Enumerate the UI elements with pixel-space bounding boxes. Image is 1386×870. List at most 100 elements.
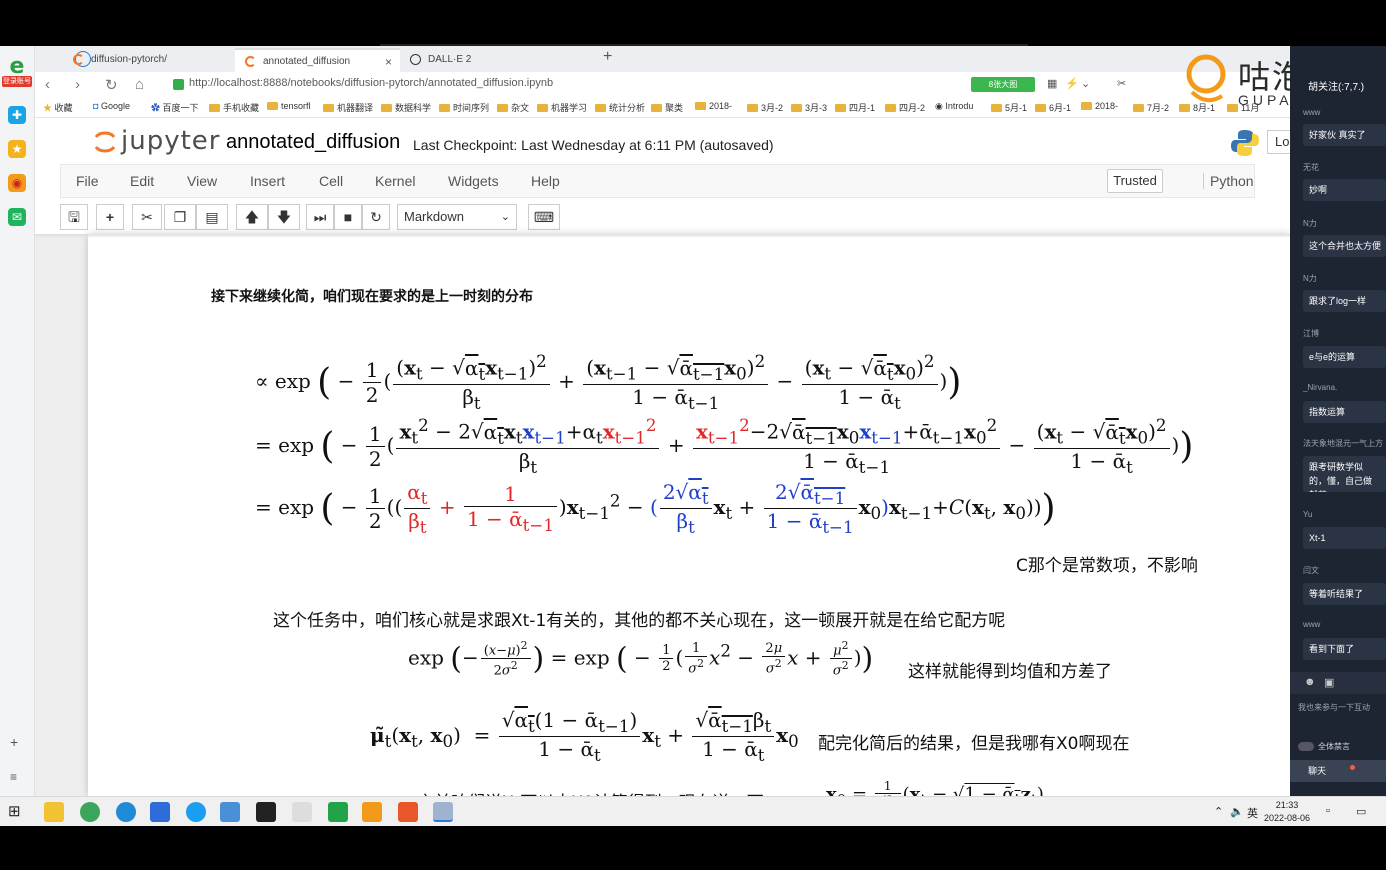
menu-icon[interactable]: ≡ bbox=[10, 770, 17, 784]
menu-widgets[interactable]: Widgets bbox=[448, 173, 499, 189]
emoji-icon[interactable]: ☻ bbox=[1304, 676, 1316, 688]
bookmark-item[interactable]: ◘ Google bbox=[93, 101, 130, 111]
app-icon[interactable] bbox=[292, 802, 312, 822]
bookmark-folder[interactable]: 统计分析 bbox=[595, 101, 645, 114]
jupyter-logo-text[interactable]: jupyter bbox=[121, 126, 220, 156]
add-icon[interactable]: + bbox=[10, 734, 18, 750]
pycharm-icon[interactable] bbox=[256, 802, 276, 822]
lightning-icon[interactable]: ⚡ bbox=[1065, 77, 1079, 90]
tab-annotated-diffusion[interactable]: annotated_diffusion × bbox=[235, 48, 400, 72]
keyboard-icon[interactable]: ⌨ bbox=[528, 204, 560, 230]
bookmark-folder[interactable]: 四月-2 bbox=[885, 101, 925, 114]
star-app-icon[interactable]: ★ bbox=[8, 140, 26, 158]
url-field[interactable]: http://localhost:8888/notebooks/diffusio… bbox=[169, 75, 1129, 95]
app-icon[interactable] bbox=[398, 802, 418, 822]
app-icon[interactable] bbox=[362, 802, 382, 822]
bookmark-item[interactable]: ★ 收藏 bbox=[43, 101, 73, 114]
ime-indicator[interactable]: 英 bbox=[1247, 805, 1258, 821]
forward-icon[interactable]: › bbox=[75, 76, 80, 93]
paste-icon[interactable]: ▤ bbox=[196, 204, 228, 230]
menu-view[interactable]: View bbox=[187, 173, 217, 189]
equation-mu-tilde: μ̃t(xt, x0) = √αt(1 − ᾱt−1) 1 − ᾱt xt + √ᾱ… bbox=[370, 708, 799, 765]
system-clock[interactable]: 21:33 2022-08-06 bbox=[1264, 799, 1310, 825]
menu-cell[interactable]: Cell bbox=[319, 173, 343, 189]
browser-360-icon[interactable] bbox=[80, 802, 100, 822]
bookmark-item[interactable]: ◉ Introdu bbox=[935, 101, 973, 112]
chat-input[interactable]: 我也来参与一下互动 bbox=[1298, 702, 1370, 713]
bookmark-folder[interactable]: 机器学习 bbox=[537, 101, 587, 114]
logout-button[interactable]: Lo bbox=[1267, 130, 1290, 154]
chat-tab[interactable]: 聊天 bbox=[1290, 760, 1386, 782]
reload-icon[interactable]: ↻ bbox=[105, 76, 118, 94]
url-image-button[interactable]: 8张大图 bbox=[971, 77, 1035, 92]
image-icon[interactable]: ▣ bbox=[1324, 676, 1334, 689]
address-bar: ‹ › ↻ ⌂ http://localhost:8888/notebooks/… bbox=[35, 72, 1290, 98]
bookmark-folder[interactable]: 杂文 bbox=[497, 101, 529, 114]
tab-dalle2[interactable]: DALL·E 2 bbox=[400, 48, 560, 72]
menu-file[interactable]: File bbox=[76, 173, 99, 189]
dropdown-icon[interactable]: ⌄ bbox=[1081, 77, 1090, 90]
new-tab-icon[interactable]: + bbox=[603, 48, 612, 66]
mute-all-toggle[interactable]: 全体禁言 bbox=[1298, 741, 1350, 752]
copy-icon[interactable]: ❐ bbox=[164, 204, 196, 230]
home-icon[interactable]: ⌂ bbox=[135, 76, 144, 93]
bookmark-item[interactable]: ✿ 百度一下 bbox=[151, 101, 199, 114]
bookmark-folder[interactable]: 机器翻译 bbox=[323, 101, 373, 114]
cell-type-select[interactable]: Markdown ⌄ bbox=[397, 204, 517, 230]
chat-app-icon[interactable] bbox=[186, 802, 206, 822]
bookmark-folder[interactable]: 7月-2 bbox=[1133, 101, 1169, 114]
notification-center-icon[interactable]: ▭ bbox=[1356, 805, 1366, 818]
run-icon[interactable]: ⏭ bbox=[306, 204, 334, 230]
edge-icon[interactable] bbox=[116, 802, 136, 822]
bookmark-folder[interactable]: 聚类 bbox=[651, 101, 683, 114]
tray-arrow-icon[interactable]: ⌃ bbox=[1214, 805, 1223, 818]
folder-icon bbox=[695, 102, 706, 110]
bookmark-folder[interactable]: 手机收藏 bbox=[209, 101, 259, 114]
volume-icon[interactable]: 🔈 bbox=[1230, 805, 1244, 818]
login-badge[interactable]: 登录账号 bbox=[2, 76, 32, 87]
save-icon[interactable]: 🖫 bbox=[60, 204, 88, 230]
interrupt-icon[interactable]: ■ bbox=[334, 204, 362, 230]
menu-edit[interactable]: Edit bbox=[130, 173, 154, 189]
tab-diffusion-pytorch[interactable]: diffusion-pytorch/ bbox=[63, 48, 263, 72]
move-up-icon[interactable]: 🡅 bbox=[236, 204, 268, 230]
mail-icon[interactable]: ✉ bbox=[8, 208, 26, 226]
show-desktop-icon[interactable]: ▫ bbox=[1326, 805, 1330, 817]
toggle-switch[interactable] bbox=[1298, 742, 1314, 752]
notebook-title[interactable]: annotated_diffusion bbox=[226, 131, 400, 154]
menu-help[interactable]: Help bbox=[531, 173, 560, 189]
bookmark-folder[interactable]: 数据科学 bbox=[381, 101, 431, 114]
window-app-icon[interactable] bbox=[220, 802, 240, 822]
bookmark-folder[interactable]: 5月-1 bbox=[991, 101, 1027, 114]
move-down-icon[interactable]: 🡇 bbox=[268, 204, 300, 230]
file-explorer-icon[interactable] bbox=[44, 802, 64, 822]
live-chat-panel: 胡关注(:7,7.) www 好家伙 真实了 无花 妙啊 N力 这个合并也太方便… bbox=[1290, 46, 1386, 796]
bookmark-folder[interactable]: 四月-1 bbox=[835, 101, 875, 114]
app-icon[interactable] bbox=[433, 802, 453, 822]
site-info-icon[interactable] bbox=[173, 79, 184, 90]
weibo-icon[interactable]: ◉ bbox=[8, 174, 26, 192]
bookmark-folder[interactable]: 2018- bbox=[695, 101, 732, 111]
bookmark-folder[interactable]: 3月-3 bbox=[791, 101, 827, 114]
back-icon[interactable]: ‹ bbox=[45, 76, 50, 93]
grid-icon[interactable]: ▦ bbox=[1047, 77, 1057, 90]
close-tab-icon[interactable]: × bbox=[385, 50, 392, 74]
app-icon[interactable] bbox=[150, 802, 170, 822]
cut-icon[interactable]: ✂ bbox=[132, 204, 162, 230]
windows-start-icon[interactable]: ⊞ bbox=[8, 802, 28, 822]
scissors-icon[interactable]: ✂ bbox=[1117, 77, 1126, 90]
restart-icon[interactable]: ↻ bbox=[362, 204, 390, 230]
bookmark-folder[interactable]: 3月-2 bbox=[747, 101, 783, 114]
bookmark-folder[interactable]: 6月-1 bbox=[1035, 101, 1071, 114]
kernel-indicator[interactable]: Python bbox=[1203, 173, 1254, 189]
trusted-indicator[interactable]: Trusted bbox=[1107, 169, 1163, 193]
plus-app-icon[interactable]: ✚ bbox=[8, 106, 26, 124]
menu-insert[interactable]: Insert bbox=[250, 173, 285, 189]
bookmark-folder[interactable]: 2018- bbox=[1081, 101, 1118, 111]
insert-cell-icon[interactable]: + bbox=[96, 204, 124, 230]
menu-kernel[interactable]: Kernel bbox=[375, 173, 415, 189]
bookmark-folder[interactable]: 时间序列 bbox=[439, 101, 489, 114]
url-text[interactable]: http://localhost:8888/notebooks/diffusio… bbox=[189, 77, 553, 89]
bookmark-folder[interactable]: tensorfl bbox=[267, 101, 311, 111]
app-icon[interactable] bbox=[328, 802, 348, 822]
